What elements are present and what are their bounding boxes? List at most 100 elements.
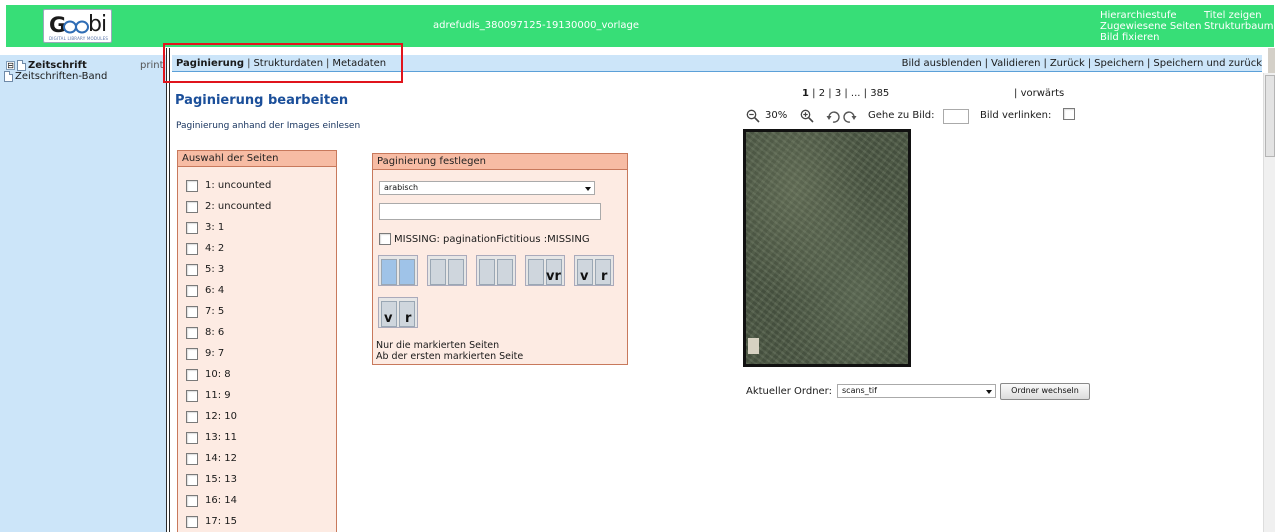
logo-infinity-icon (63, 20, 89, 34)
page-checkbox[interactable] (186, 347, 198, 360)
page-checkbox[interactable] (186, 431, 198, 444)
page-row[interactable]: 10: 8 (186, 364, 271, 385)
goto-image-input[interactable] (943, 109, 969, 124)
page-checkbox[interactable] (186, 326, 198, 339)
page-checkbox[interactable] (186, 263, 198, 276)
page-checkbox[interactable] (186, 242, 198, 255)
page-row[interactable]: 4: 2 (186, 238, 271, 259)
page-checkbox[interactable] (186, 452, 198, 465)
vertical-scrollbar[interactable] (1263, 73, 1275, 532)
page-checkbox[interactable] (186, 179, 198, 192)
link-image-checkbox[interactable] (1063, 108, 1075, 120)
tree-node-label[interactable]: Zeitschriften-Band (15, 71, 107, 82)
page-checkbox[interactable] (186, 284, 198, 297)
tree-node-zeitschriften-band[interactable]: Zeitschriften-Band (4, 71, 107, 82)
page-selection-header: Auswahl der Seiten (178, 151, 336, 167)
page-icon (399, 259, 415, 285)
scan-shelf-label (748, 338, 759, 354)
page-row[interactable]: 7: 5 (186, 301, 271, 322)
change-folder-button[interactable]: Ordner wechseln (1000, 383, 1090, 400)
page-label: 14: 12 (205, 453, 237, 464)
pagination-box: Paginierung festlegen arabisch MISSING: … (372, 153, 628, 365)
goto-image-label: Gehe zu Bild: (868, 110, 935, 121)
page-checkbox[interactable] (186, 473, 198, 486)
pagination-start-input[interactable] (379, 203, 601, 220)
page-checkbox[interactable] (186, 515, 198, 528)
page-checkbox[interactable] (186, 389, 198, 402)
speichern-und-zurueck-link[interactable]: Speichern und zurück (1153, 58, 1262, 69)
menu-bild-fixieren[interactable]: Bild fixieren (1100, 32, 1202, 43)
page-checkbox[interactable] (186, 305, 198, 318)
page-checkbox[interactable] (186, 368, 198, 381)
vr-glyph: vr (546, 269, 561, 284)
page-row[interactable]: 13: 11 (186, 427, 271, 448)
page-checkbox[interactable] (186, 494, 198, 507)
pager-page-last[interactable]: 385 (870, 88, 889, 99)
page-row[interactable]: 12: 10 (186, 406, 271, 427)
zoom-in-icon[interactable] (800, 109, 814, 123)
page-row[interactable]: 9: 7 (186, 343, 271, 364)
page-row[interactable]: 16: 14 (186, 490, 271, 511)
frame-edge (1268, 48, 1275, 73)
validieren-link[interactable]: Validieren (991, 58, 1040, 69)
goobi-logo[interactable]: G bi DIGITAL LIBRARY MODULES (43, 9, 112, 43)
collapse-icon[interactable]: ⊟ (6, 61, 15, 70)
tree-node-zeitschrift[interactable]: ⊟ Zeitschrift (6, 60, 87, 71)
page-label: 7: 5 (205, 306, 225, 317)
page-row[interactable]: 6: 4 (186, 280, 271, 301)
page-row[interactable]: 11: 9 (186, 385, 271, 406)
page-selection-box: Auswahl der Seiten 1: uncounted 2: uncoun… (177, 150, 337, 532)
page-icon (448, 259, 464, 285)
tree-node-label[interactable]: Zeitschrift (28, 60, 87, 71)
page-checkbox[interactable] (186, 221, 198, 234)
bild-ausblenden-link[interactable]: Bild ausblenden (902, 58, 982, 69)
r-glyph: r (405, 311, 412, 326)
page-checkbox[interactable] (186, 200, 198, 213)
menu-hierarchiestufe[interactable]: Hierarchiestufe (1100, 10, 1202, 21)
fictitious-checkbox[interactable] (379, 233, 391, 245)
page-row[interactable]: 15: 13 (186, 469, 271, 490)
page-label: 2: uncounted (205, 201, 272, 212)
zurueck-link[interactable]: Zurück (1050, 58, 1085, 69)
rotate-right-icon[interactable] (843, 110, 857, 124)
pagination-mode-double-button[interactable] (427, 255, 467, 286)
page-row[interactable]: 5: 3 (186, 259, 271, 280)
read-pagination-from-images-link[interactable]: Paginierung anhand der Images einlesen (176, 121, 360, 131)
rotate-left-icon[interactable] (826, 110, 840, 124)
scrollbar-thumb[interactable] (1265, 75, 1275, 157)
page-label: 11: 9 (205, 390, 231, 401)
pagination-mode-verso-recto-button[interactable]: v r (574, 255, 614, 286)
speichern-link[interactable]: Speichern (1094, 58, 1144, 69)
page-checkbox[interactable] (186, 410, 198, 423)
forward-link[interactable]: vorwärts (1021, 88, 1065, 99)
pager-page-3[interactable]: 3 (835, 88, 841, 99)
folder-select[interactable]: scans_tif (837, 384, 996, 398)
page-row[interactable]: 2: uncounted (186, 196, 271, 217)
document-icon (4, 71, 13, 82)
zoom-out-icon[interactable] (746, 109, 760, 123)
menu-titel-zeigen[interactable]: Titel zeigen (1204, 10, 1273, 21)
pagination-type-select[interactable]: arabisch (379, 181, 595, 195)
structure-tree-panel (0, 55, 166, 532)
v-glyph: v (384, 311, 393, 326)
apply-marked-only-link[interactable]: Nur die markierten Seiten (376, 340, 523, 351)
page-icon (479, 259, 495, 285)
page-icon (381, 259, 397, 285)
menu-zugewiesene-seiten[interactable]: Zugewiesene Seiten (1100, 21, 1202, 32)
pagination-mode-recto-verso-button[interactable]: vr (525, 255, 565, 286)
pager-page-2[interactable]: 2 (819, 88, 825, 99)
frame-divider (169, 48, 170, 532)
header-menu-right: Titel zeigen Strukturbaum (1204, 10, 1273, 32)
menu-strukturbaum[interactable]: Strukturbaum (1204, 21, 1273, 32)
page-row[interactable]: 17: 15 (186, 511, 271, 532)
page-row[interactable]: 3: 1 (186, 217, 271, 238)
page-row[interactable]: 1: uncounted (186, 175, 271, 196)
pagination-mode-column-button[interactable] (476, 255, 516, 286)
page-row[interactable]: 8: 6 (186, 322, 271, 343)
pagination-mode-verso-recto-double-button[interactable]: v r (378, 297, 418, 328)
pagination-mode-single-button[interactable] (378, 255, 418, 286)
print-link[interactable]: print (140, 60, 164, 71)
link-image-label: Bild verlinken: (980, 110, 1052, 121)
page-row[interactable]: 14: 12 (186, 448, 271, 469)
apply-from-first-link[interactable]: Ab der ersten markierten Seite (376, 351, 523, 362)
